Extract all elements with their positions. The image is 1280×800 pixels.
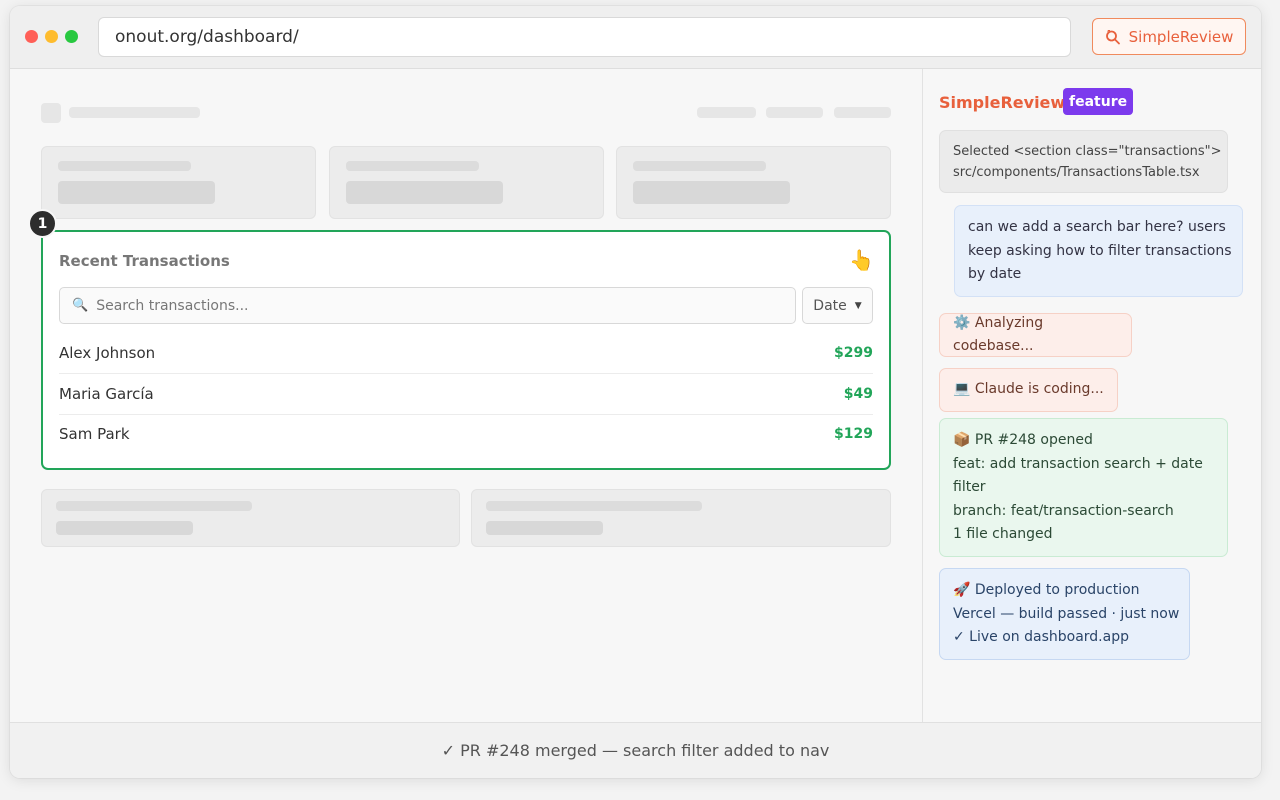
nav-placeholder bbox=[834, 107, 891, 118]
magnifier-icon bbox=[1105, 29, 1121, 45]
transaction-amount: $49 bbox=[843, 386, 873, 402]
transactions-title: Recent Transactions bbox=[59, 252, 230, 270]
pointer-hand-icon: 👆 bbox=[849, 248, 874, 272]
transaction-row[interactable]: Sam Park $129 bbox=[59, 414, 873, 454]
deploy-live-link: ✓ Live on dashboard.app bbox=[953, 629, 1129, 645]
logo-placeholder bbox=[41, 103, 61, 123]
transaction-search-field[interactable]: 🔍 bbox=[59, 287, 796, 324]
selection-marker: 1 bbox=[28, 209, 57, 238]
pr-commit-line: filter bbox=[953, 479, 986, 495]
status-analyzing-text: ⚙️ Analyzing codebase... bbox=[953, 314, 1044, 355]
context-selector-text: Selected <section class="transactions"> bbox=[953, 144, 1222, 159]
extension-label: SimpleReview bbox=[1128, 27, 1234, 46]
status-coding-text: 💻 Claude is coding... bbox=[953, 381, 1104, 398]
feature-tag-badge: feature bbox=[1063, 88, 1134, 115]
stat-card-placeholder bbox=[41, 146, 316, 219]
browser-titlebar: onout.org/dashboard/ SimpleReview bbox=[10, 6, 1261, 69]
close-window-button[interactable] bbox=[25, 30, 38, 43]
status-footer: ✓ PR #248 merged — search filter added t… bbox=[10, 722, 1261, 778]
stat-card-placeholder bbox=[616, 146, 891, 219]
user-message: can we add a search bar here? users keep… bbox=[954, 205, 1243, 297]
simplereview-panel: SimpleReview feature Selected <section c… bbox=[922, 69, 1261, 722]
search-icon: 🔍 bbox=[72, 298, 89, 313]
content-card-placeholder bbox=[41, 489, 460, 547]
content-card-placeholder bbox=[471, 489, 891, 547]
status-analyzing-message: ⚙️ Analyzing codebase... bbox=[939, 313, 1132, 357]
transaction-name: Alex Johnson bbox=[59, 344, 156, 362]
address-bar-url: onout.org/dashboard/ bbox=[115, 27, 299, 47]
user-message-line: keep asking how to filter transactions bbox=[968, 242, 1232, 259]
nav-placeholder bbox=[697, 107, 756, 118]
transaction-name: Maria García bbox=[59, 385, 154, 403]
transaction-amount: $129 bbox=[834, 426, 873, 442]
nav-placeholder bbox=[766, 107, 823, 118]
status-coding-message: 💻 Claude is coding... bbox=[939, 368, 1118, 412]
deploy-build-status: Vercel — build passed · just now bbox=[953, 605, 1180, 622]
panel-title: SimpleReview bbox=[939, 93, 1066, 112]
dashboard-page: 1 Recent Transactions 👆 🔍 Date ▼ Alex Jo… bbox=[10, 69, 922, 722]
pr-title: 📦 PR #248 opened bbox=[953, 432, 1093, 448]
transaction-name: Sam Park bbox=[59, 425, 130, 443]
pr-commit-line: feat: add transaction search + date bbox=[953, 455, 1203, 472]
transaction-row[interactable]: Maria García $49 bbox=[59, 374, 873, 414]
deploy-title: 🚀 Deployed to production bbox=[953, 582, 1140, 598]
pr-branch: branch: feat/transaction-search bbox=[953, 502, 1174, 519]
address-bar[interactable]: onout.org/dashboard/ bbox=[98, 17, 1071, 57]
chevron-down-icon: ▼ bbox=[854, 300, 862, 311]
footer-status-text: ✓ PR #248 merged — search filter added t… bbox=[441, 741, 830, 760]
minimize-window-button[interactable] bbox=[45, 30, 58, 43]
title-placeholder bbox=[69, 107, 200, 118]
pr-opened-message: 📦 PR #248 opened feat: add transaction s… bbox=[939, 418, 1228, 557]
transaction-row[interactable]: Alex Johnson $299 bbox=[59, 333, 873, 373]
transaction-search-input[interactable] bbox=[96, 297, 795, 314]
user-message-line: can we add a search bar here? users bbox=[968, 219, 1226, 235]
pr-files-changed: 1 file changed bbox=[953, 526, 1053, 542]
transaction-amount: $299 bbox=[834, 345, 873, 361]
selection-context-message: Selected <section class="transactions"> … bbox=[939, 130, 1228, 193]
browser-window: onout.org/dashboard/ SimpleReview 1 Rece… bbox=[10, 6, 1261, 778]
maximize-window-button[interactable] bbox=[65, 30, 78, 43]
context-file-path: src/components/TransactionsTable.tsx bbox=[953, 165, 1200, 180]
date-filter-select[interactable]: Date ▼ bbox=[802, 287, 873, 324]
user-message-line: by date bbox=[968, 266, 1022, 282]
transactions-section[interactable]: Recent Transactions 👆 🔍 Date ▼ Alex John… bbox=[41, 230, 891, 470]
stat-card-placeholder bbox=[329, 146, 604, 219]
deploy-message: 🚀 Deployed to production Vercel — build … bbox=[939, 568, 1190, 660]
simplereview-extension-button[interactable]: SimpleReview bbox=[1092, 18, 1246, 55]
date-filter-label: Date bbox=[813, 297, 847, 314]
